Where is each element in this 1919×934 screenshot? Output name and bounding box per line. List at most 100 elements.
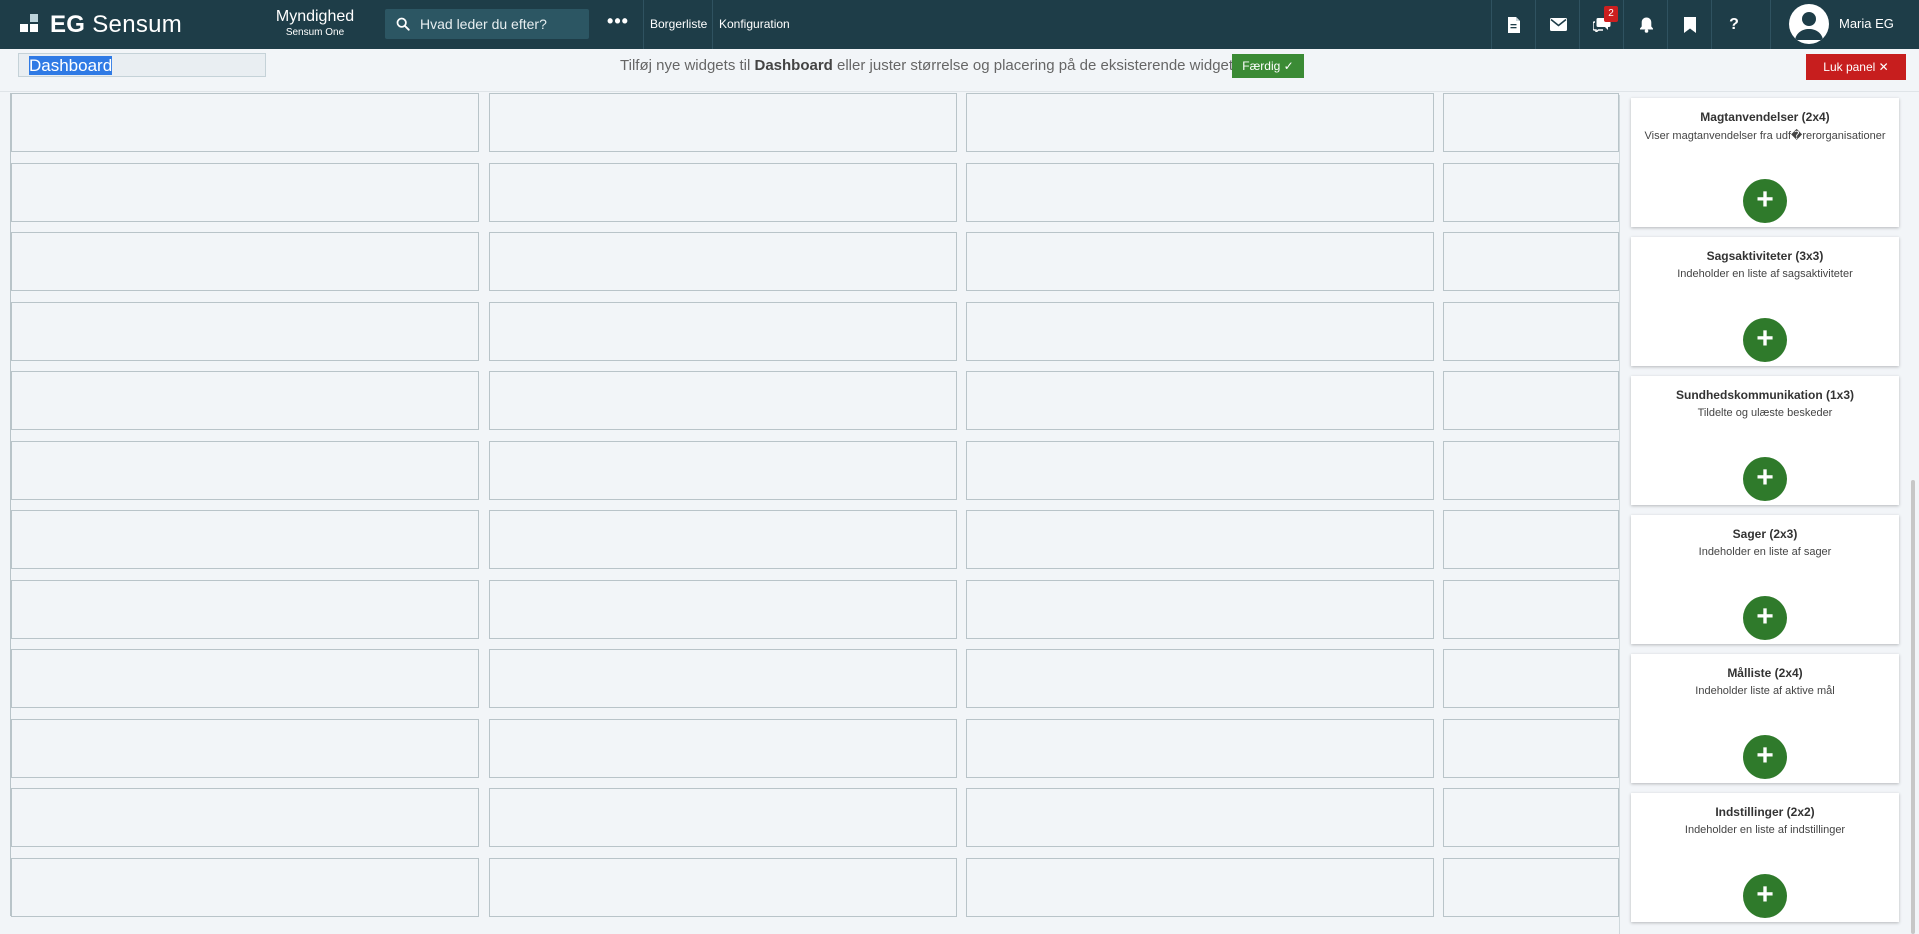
widget-panel: Magtanvendelser (2x4) Viser magtanvendel… [1619, 95, 1919, 934]
grid-cell [489, 719, 957, 778]
dashboard-grid[interactable] [10, 93, 1619, 917]
widget-title: Magtanvendelser (2x4) [1700, 110, 1830, 124]
grid-cell [489, 232, 957, 291]
add-widget-button[interactable]: + [1743, 457, 1787, 501]
add-widget-button[interactable]: + [1743, 735, 1787, 779]
hint-text-start: Tilføj nye widgets til [620, 57, 755, 74]
top-navigation-bar: EG Sensum Myndighed Sensum One Hvad lede… [0, 0, 1919, 49]
help-button[interactable]: ? [1711, 0, 1756, 49]
grid-cell [1443, 441, 1619, 500]
grid-cell [11, 580, 479, 639]
close-panel-button[interactable]: Luk panel ✕ [1806, 54, 1906, 80]
hint-text-end: eller juster størrelse og placering på d… [832, 57, 1241, 74]
mail-button[interactable] [1535, 0, 1580, 49]
notifications-button[interactable] [1623, 0, 1668, 49]
grid-cell [1443, 163, 1619, 222]
grid-cell [489, 858, 957, 917]
grid-cell [11, 788, 479, 847]
grid-cell [966, 302, 1434, 361]
grid-cell [489, 580, 957, 639]
grid-cell [1443, 232, 1619, 291]
add-widget-button[interactable]: + [1743, 179, 1787, 223]
grid-cell [966, 232, 1434, 291]
eg-sensum-logo[interactable]: EG Sensum [20, 11, 182, 39]
plus-icon: + [1756, 600, 1774, 633]
widget-card: Sagsaktiviteter (3x3) Indeholder en list… [1631, 237, 1899, 366]
search-box[interactable]: Hvad leder du efter? [385, 9, 589, 39]
bookmark-icon [1684, 16, 1696, 33]
grid-cell [11, 649, 479, 708]
widget-description: Indeholder en liste af sager [1698, 546, 1832, 558]
user-avatar-icon [1795, 12, 1823, 40]
nav-borgerliste[interactable]: Borgerliste [643, 0, 713, 49]
widget-title: Sundhedskommunikation (1x3) [1675, 388, 1855, 402]
dashboard-name-input[interactable]: Dashboard [18, 53, 266, 77]
chat-badge: 2 [1604, 6, 1618, 22]
hint-dashboard-name: Dashboard [754, 57, 833, 74]
grid-cell [11, 232, 479, 291]
widget-card: Magtanvendelser (2x4) Viser magtanvendel… [1631, 98, 1899, 227]
widget-description: Indeholder liste af aktive mål [1695, 685, 1835, 697]
grid-cell [489, 788, 957, 847]
add-widget-button[interactable]: + [1743, 596, 1787, 640]
plus-icon: + [1756, 183, 1774, 216]
grid-cell [1443, 510, 1619, 569]
grid-cell [966, 93, 1434, 152]
grid-cell [1443, 371, 1619, 430]
edit-hint: Tilføj nye widgets til Dashboard eller j… [620, 57, 1241, 74]
panel-scrollbar[interactable] [1911, 480, 1915, 934]
more-menu-button[interactable]: ••• [606, 12, 630, 33]
grid-cell [489, 371, 957, 430]
user-menu[interactable]: Maria EG [1770, 0, 1919, 49]
logo-text: EG Sensum [50, 11, 182, 39]
grid-cell [489, 163, 957, 222]
logo-mark-icon [20, 14, 42, 36]
widget-description: Indeholder en liste af sagsaktiviteter [1677, 268, 1853, 280]
grid-cell [489, 441, 957, 500]
grid-cell [1443, 580, 1619, 639]
widget-card: Sundhedskommunikation (1x3) Tildelte og … [1631, 376, 1899, 505]
add-widget-button[interactable]: + [1743, 318, 1787, 362]
widget-card: Sager (2x3) Indeholder en liste af sager… [1631, 515, 1899, 644]
search-input[interactable]: Hvad leder du efter? [420, 16, 547, 32]
grid-cell [1443, 719, 1619, 778]
add-widget-button[interactable]: + [1743, 874, 1787, 918]
grid-cell [489, 302, 957, 361]
nav-konfiguration[interactable]: Konfiguration [712, 0, 796, 49]
plus-icon: + [1756, 739, 1774, 772]
widget-card: Indstillinger (2x2) Indeholder en liste … [1631, 793, 1899, 922]
document-button[interactable] [1491, 0, 1536, 49]
grid-cell [489, 510, 957, 569]
grid-cell [11, 441, 479, 500]
bookmarks-button[interactable] [1667, 0, 1712, 49]
dashboard-name-value: Dashboard [29, 56, 113, 75]
plus-icon: + [1756, 461, 1774, 494]
grid-cell [489, 649, 957, 708]
done-button[interactable]: Færdig ✓ [1232, 54, 1304, 78]
avatar [1789, 4, 1829, 44]
grid-cell [966, 719, 1434, 778]
grid-cell [1443, 788, 1619, 847]
grid-cell [966, 441, 1434, 500]
document-icon [1508, 16, 1520, 33]
grid-cell [966, 649, 1434, 708]
grid-cell [1443, 858, 1619, 917]
chat-button[interactable]: 2 [1579, 0, 1624, 49]
search-icon [396, 17, 410, 31]
plus-icon: + [1756, 322, 1774, 355]
widget-title: Sagsaktiviteter (3x3) [1706, 249, 1824, 263]
grid-cell [1443, 302, 1619, 361]
bell-icon [1639, 17, 1653, 33]
organization-switcher[interactable]: Myndighed Sensum One [262, 7, 368, 39]
grid-cell [966, 371, 1434, 430]
grid-cell [966, 163, 1434, 222]
mail-icon [1549, 18, 1567, 31]
logo-prefix: EG [50, 11, 86, 38]
org-subtitle: Sensum One [285, 27, 345, 38]
widget-description: Tildelte og ulæste beskeder [1697, 407, 1833, 419]
grid-cell [489, 93, 957, 152]
grid-cell [11, 371, 479, 430]
logo-name: Sensum [92, 11, 183, 38]
widget-description: Viser magtanvendelser fra udf�rerorganis… [1644, 130, 1886, 142]
grid-cell [11, 510, 479, 569]
